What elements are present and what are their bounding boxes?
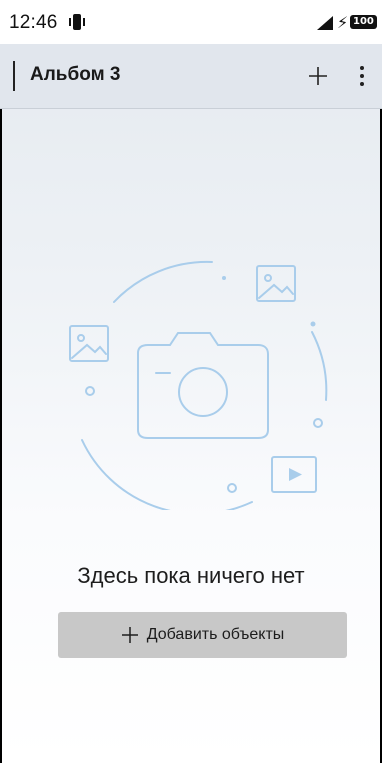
- text-cursor: [13, 61, 15, 91]
- plus-icon: [121, 627, 138, 643]
- empty-state-message: Здесь пока ничего нет: [77, 563, 305, 588]
- add-button[interactable]: [300, 58, 336, 94]
- camera-icon: [137, 332, 269, 439]
- image-icon-left: [69, 325, 109, 362]
- more-vertical-icon: [360, 66, 364, 86]
- vibrate-icon: [67, 13, 87, 36]
- app-bar: Альбом 3: [0, 44, 382, 109]
- status-bar: 12:46 ⚡ 100: [0, 0, 382, 44]
- signal-icon: [315, 14, 335, 35]
- image-icon-top: [256, 265, 296, 302]
- empty-album-illustration: [52, 240, 342, 515]
- video-icon: [271, 456, 317, 493]
- add-objects-label: Добавить объекты: [146, 626, 285, 643]
- plus-icon: [309, 67, 327, 85]
- screen-edge-left: [0, 0, 2, 763]
- add-objects-button[interactable]: Добавить объекты: [58, 612, 347, 658]
- charging-icon: ⚡: [337, 15, 349, 32]
- album-title[interactable]: Альбом 3: [30, 64, 120, 86]
- more-menu-button[interactable]: [346, 58, 378, 94]
- status-time: 12:46: [9, 12, 58, 33]
- battery-icon: 100: [350, 15, 377, 29]
